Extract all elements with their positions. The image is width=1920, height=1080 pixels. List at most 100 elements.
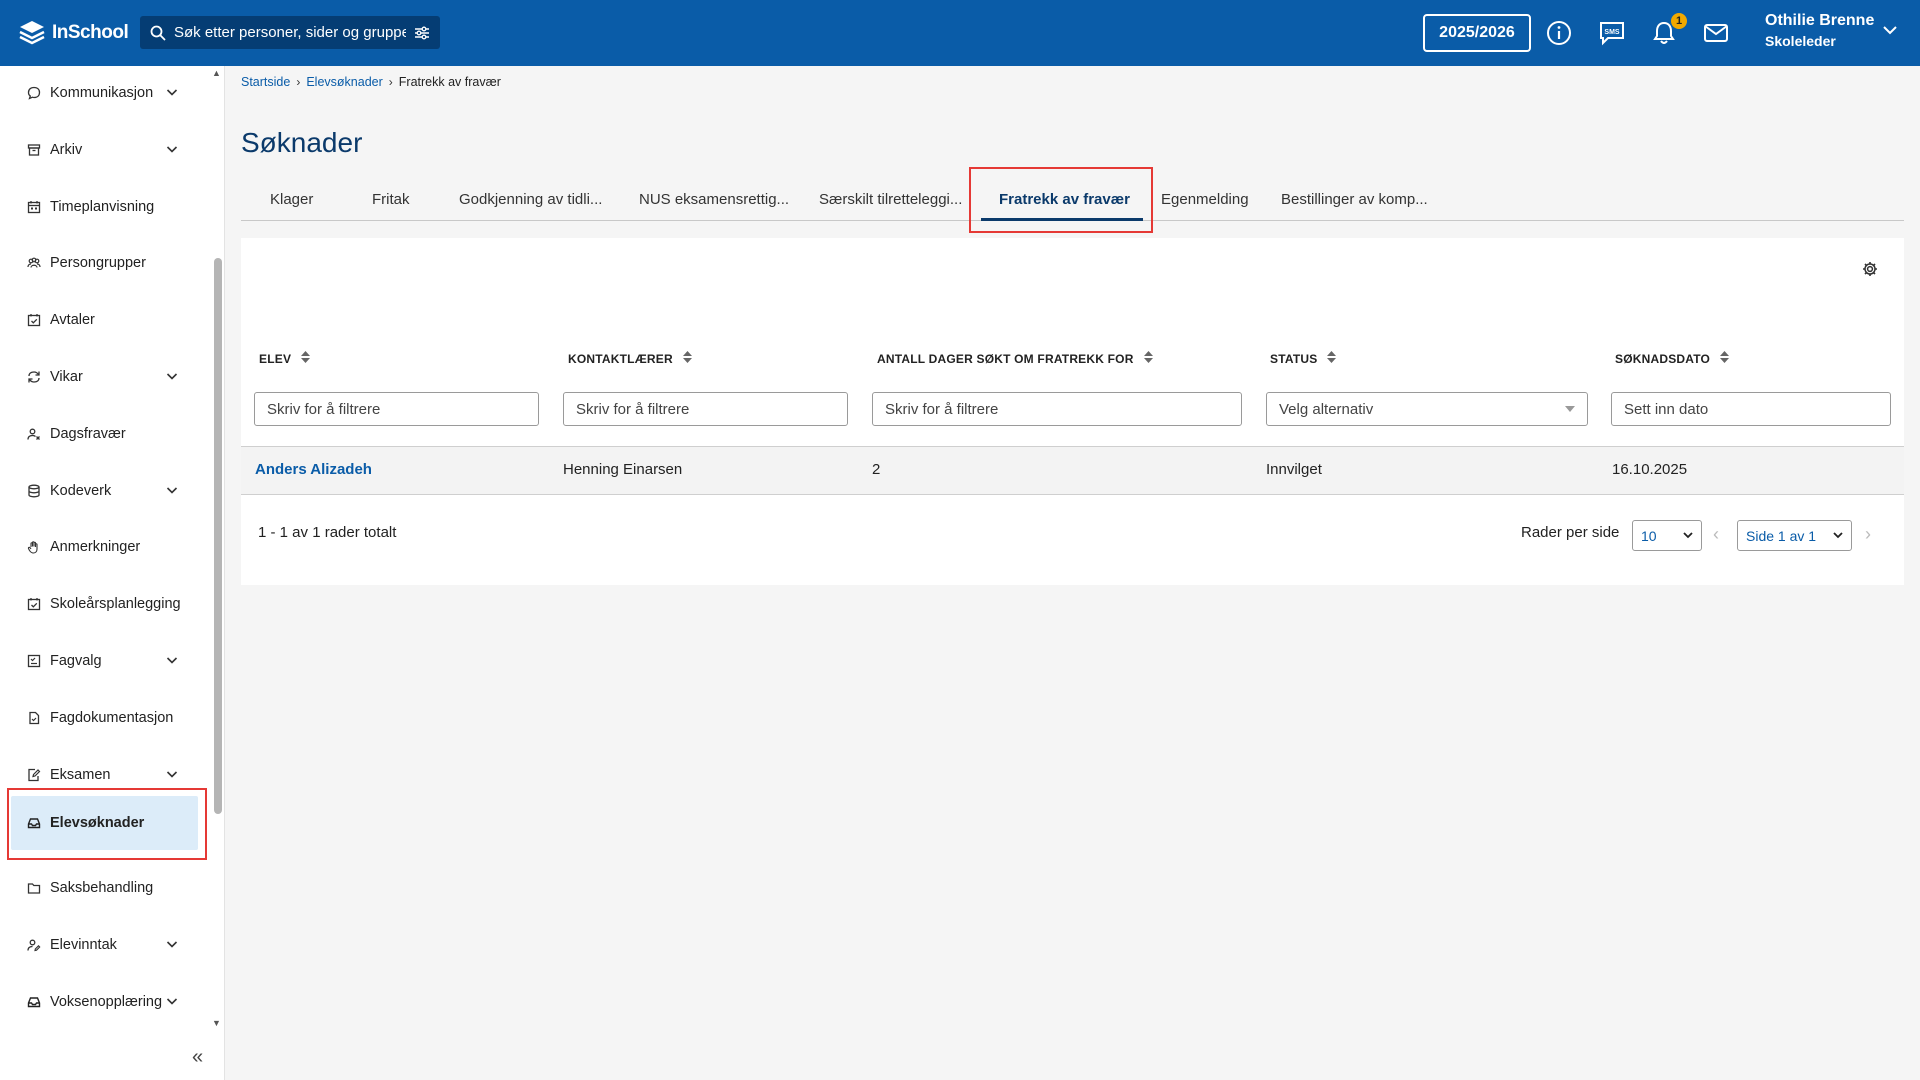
- chevron-down-icon[interactable]: [166, 938, 178, 954]
- chevron-down-icon[interactable]: [1882, 22, 1898, 38]
- chevron-down-icon[interactable]: [166, 995, 178, 1011]
- sidebar-item-elevinntak[interactable]: Elevinntak: [8, 920, 198, 970]
- document-icon: [26, 710, 42, 726]
- chevron-down-icon: [1833, 532, 1843, 539]
- column-header-label: ELEV: [259, 351, 292, 366]
- cell-status: Innvilget: [1266, 461, 1322, 478]
- sidebar-item-label: Vikar: [50, 369, 83, 385]
- sidebar-item-label: Fagdokumentasjon: [50, 710, 174, 726]
- cell-elev-link[interactable]: Anders Alizadeh: [255, 461, 372, 478]
- sidebar-item-label: Fagvalg: [50, 653, 102, 669]
- prev-page-icon[interactable]: ‹: [1713, 524, 1719, 545]
- breadcrumb-startside[interactable]: Startside: [241, 75, 290, 89]
- gear-icon[interactable]: [1862, 261, 1878, 277]
- svg-text:SMS: SMS: [1604, 29, 1620, 36]
- sort-icon[interactable]: [1327, 351, 1337, 366]
- top-bar: InSchool 2025/2026 SMS 1 Othilie Brenne …: [0, 0, 1920, 66]
- filter-elev-input[interactable]: [254, 392, 539, 426]
- search-input[interactable]: [174, 24, 406, 41]
- sidebar: Kommunikasjon Arkiv Timeplanvisning Persong…: [0, 66, 225, 1080]
- scroll-up-arrow[interactable]: ▲: [212, 68, 221, 78]
- people-icon: [26, 255, 42, 271]
- sidebar-item-label: Saksbehandling: [50, 880, 154, 896]
- filter-status-placeholder: Velg alternativ: [1279, 400, 1374, 418]
- sidebar-item-fagvalg[interactable]: Fagvalg: [8, 636, 198, 686]
- sidebar-item-saksbehandling[interactable]: Saksbehandling: [8, 863, 198, 913]
- scroll-down-arrow[interactable]: ▼: [212, 1018, 221, 1028]
- tab-godkjenning[interactable]: Godkjenning av tidli...: [459, 178, 602, 221]
- column-header-status[interactable]: STATUS: [1270, 351, 1337, 366]
- chevron-down-icon[interactable]: [166, 484, 178, 500]
- sidebar-item-kodeverk[interactable]: Kodeverk: [8, 466, 198, 516]
- calendar-check-icon: [26, 312, 42, 328]
- sidebar-item-fagdokumentasjon[interactable]: Fagdokumentasjon: [8, 693, 198, 743]
- database-icon: [26, 483, 42, 499]
- sort-icon[interactable]: [682, 351, 692, 366]
- info-icon[interactable]: [1544, 18, 1574, 48]
- column-header-label: STATUS: [1270, 351, 1318, 366]
- sidebar-item-persongrupper[interactable]: Persongrupper: [8, 238, 198, 288]
- column-header-soknadsdato[interactable]: SØKNADSDATO: [1615, 351, 1730, 366]
- sidebar-item-voksenopplæring[interactable]: Voksenopplæring: [8, 977, 198, 1027]
- user-menu[interactable]: Othilie Brenne Skoleleder: [1765, 12, 1874, 49]
- sidebar-scrollbar-thumb[interactable]: [214, 258, 222, 814]
- sidebar-item-avtaler[interactable]: Avtaler: [8, 295, 198, 345]
- breadcrumb: Startside › Elevsøknader › Fratrekk av f…: [241, 75, 501, 89]
- tab-egenmelding[interactable]: Egenmelding: [1161, 178, 1249, 221]
- sidebar-item-skoleårsplanlegging[interactable]: Skoleårsplanlegging: [8, 579, 198, 629]
- sidebar-item-timeplanvisning[interactable]: Timeplanvisning: [8, 182, 198, 232]
- user-role: Skoleleder: [1765, 33, 1836, 49]
- column-header-antall-dager[interactable]: ANTALL DAGER SØKT OM FRATREKK FOR: [877, 351, 1153, 366]
- sort-icon[interactable]: [1143, 351, 1153, 366]
- sidebar-item-vikar[interactable]: Vikar: [8, 352, 198, 402]
- tab-fritak[interactable]: Fritak: [372, 178, 410, 221]
- breadcrumb-elevsoknader[interactable]: Elevsøknader: [306, 75, 382, 89]
- tab-bestillinger[interactable]: Bestillinger av komp...: [1281, 178, 1428, 221]
- sms-icon[interactable]: SMS: [1597, 18, 1627, 48]
- chevron-down-icon[interactable]: [166, 654, 178, 670]
- tab-klager[interactable]: Klager: [270, 178, 313, 221]
- sort-icon[interactable]: [301, 351, 311, 366]
- column-header-kontaktlaerer[interactable]: KONTAKTLÆRER: [568, 351, 692, 366]
- collapse-sidebar-icon[interactable]: «: [192, 1046, 203, 1069]
- person-x-icon: [26, 426, 42, 442]
- sidebar-item-dagsfravær[interactable]: Dagsfravær: [8, 409, 198, 459]
- page-select[interactable]: Side 1 av 1: [1737, 520, 1852, 551]
- chevron-down-icon[interactable]: [166, 143, 178, 159]
- chat-icon: [26, 85, 42, 101]
- filter-soknadsdato-input[interactable]: [1611, 392, 1891, 426]
- calendar-check-icon: [26, 596, 42, 612]
- filter-antall-dager-input[interactable]: [872, 392, 1242, 426]
- calendar-icon: [26, 199, 42, 215]
- archive-icon: [26, 142, 42, 158]
- column-header-elev[interactable]: ELEV: [259, 351, 311, 366]
- school-year-button[interactable]: 2025/2026: [1423, 14, 1531, 52]
- global-search: [140, 16, 440, 49]
- caret-down-icon: [1565, 406, 1575, 412]
- filter-settings-icon[interactable]: [414, 25, 430, 41]
- chevron-down-icon[interactable]: [166, 370, 178, 386]
- rows-per-page-value: 10: [1641, 527, 1657, 544]
- sidebar-item-label: Voksenopplæring: [50, 994, 163, 1010]
- filter-status-select[interactable]: Velg alternativ: [1266, 392, 1588, 426]
- mail-icon[interactable]: [1701, 18, 1731, 48]
- next-page-icon[interactable]: ›: [1865, 524, 1871, 545]
- filter-kontaktlaerer-input[interactable]: [563, 392, 848, 426]
- sidebar-item-anmerkninger[interactable]: Anmerkninger: [8, 522, 198, 572]
- sidebar-item-arkiv[interactable]: Arkiv: [8, 125, 198, 175]
- chevron-down-icon[interactable]: [166, 86, 178, 102]
- notification-badge: 1: [1671, 13, 1687, 29]
- breadcrumb-current: Fratrekk av fravær: [398, 75, 501, 89]
- sidebar-item-kommunikasjon[interactable]: Kommunikasjon: [8, 68, 198, 118]
- page-select-value: Side 1 av 1: [1746, 527, 1817, 544]
- tab-nus-eksamensrettigheter[interactable]: NUS eksamensrettig...: [639, 178, 789, 221]
- tab-saerskilt-tilrettelegging[interactable]: Særskilt tilretteleggi...: [819, 178, 962, 221]
- sort-icon[interactable]: [1720, 351, 1730, 366]
- swap-icon: [26, 369, 42, 385]
- logo-icon: [19, 21, 45, 45]
- folder-icon: [26, 880, 42, 896]
- rows-per-page-select[interactable]: 10: [1632, 520, 1702, 551]
- chevron-down-icon[interactable]: [166, 768, 178, 784]
- page-title: Søknader: [241, 127, 363, 158]
- logo[interactable]: InSchool: [18, 16, 129, 50]
